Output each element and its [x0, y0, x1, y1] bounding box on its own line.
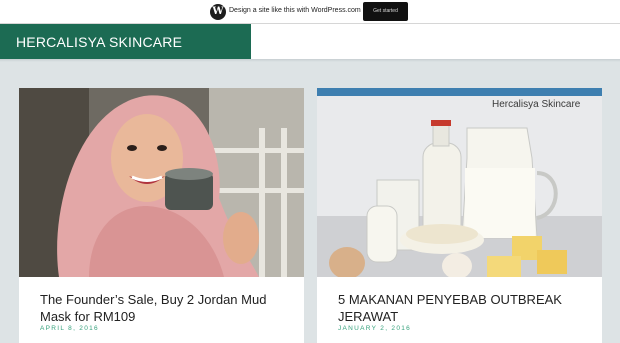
dairy-products-photo-image: Hercalisya Skincare: [317, 88, 602, 277]
post-thumbnail[interactable]: [19, 88, 304, 277]
post-title[interactable]: 5 MAKANAN PENYEBAB OUTBREAK JERAWAT: [338, 291, 588, 325]
wordpress-logo-icon[interactable]: W: [210, 4, 226, 20]
image-watermark: Hercalisya Skincare: [492, 99, 581, 110]
post-card: Hercalisya Skincare 5 MAKANAN PENYEBAB O…: [317, 88, 602, 343]
post-title[interactable]: The Founder’s Sale, Buy 2 Jordan Mud Mas…: [40, 291, 290, 325]
site-title[interactable]: HERCALISYA SKINCARE: [16, 34, 182, 50]
promo-text[interactable]: Design a site like this with WordPress.c…: [229, 7, 361, 14]
header-divider: [0, 59, 620, 62]
site-header: HERCALISYA SKINCARE: [0, 24, 620, 59]
woman-hijab-photo-image: [19, 88, 304, 277]
post-date[interactable]: JANUARY 2, 2016: [338, 325, 411, 332]
post-card: The Founder’s Sale, Buy 2 Jordan Mud Mas…: [19, 88, 304, 343]
wordpress-promo-bar: W Design a site like this with WordPress…: [0, 0, 620, 24]
post-date[interactable]: APRIL 8, 2016: [40, 325, 99, 332]
get-started-button[interactable]: Get started: [363, 2, 408, 21]
site-branding: HERCALISYA SKINCARE: [0, 24, 251, 59]
post-thumbnail[interactable]: Hercalisya Skincare: [317, 88, 602, 277]
